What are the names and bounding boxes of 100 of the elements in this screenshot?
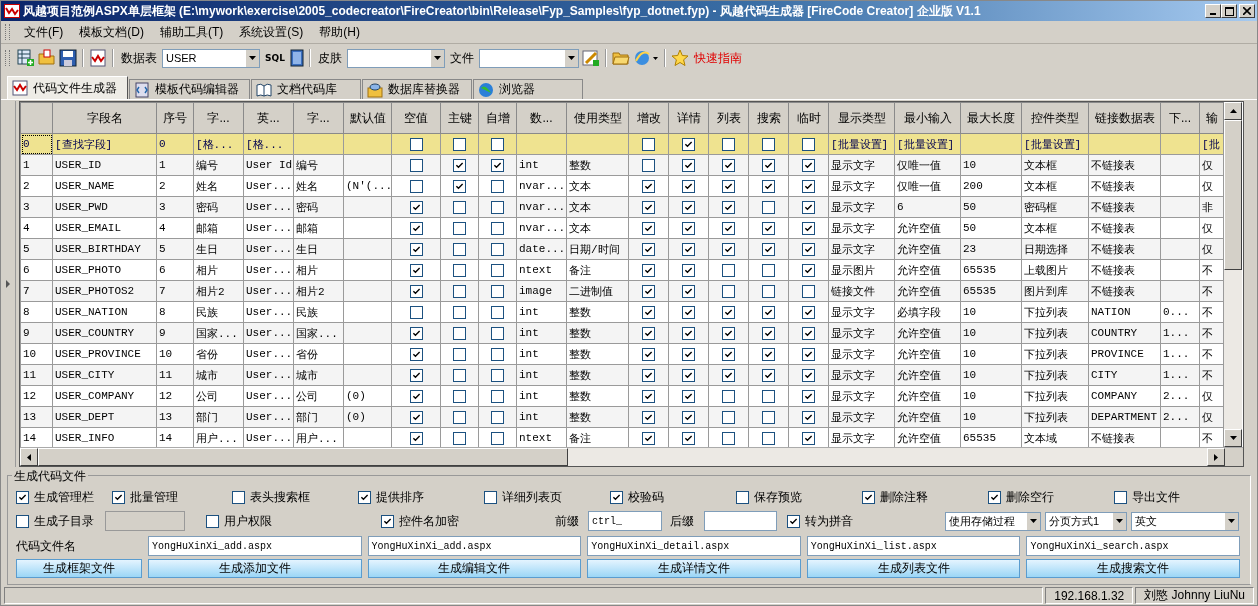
pencil-icon[interactable] [581,49,600,67]
checkbox[interactable] [802,137,815,151]
checkbox[interactable] [453,137,466,151]
checkbox[interactable] [682,347,695,361]
checkbox[interactable] [409,179,423,193]
splitter-arrow-icon[interactable] [6,280,10,288]
checkbox[interactable] [409,200,423,214]
checkbox[interactable] [682,137,695,151]
checkbox[interactable] [409,158,423,172]
checkbox[interactable] [802,221,815,235]
row-number[interactable]: 1 [20,154,53,176]
scroll-up-button[interactable] [1224,102,1242,120]
checkbox[interactable] [409,410,423,424]
checkbox[interactable] [762,221,775,235]
checkbox[interactable] [453,263,466,277]
checkbox[interactable] [232,490,245,504]
checkbox[interactable] [491,305,504,319]
row-number[interactable]: 7 [20,280,53,302]
row-number[interactable]: 13 [20,406,53,428]
input-field[interactable]: YongHuXinXi_search.aspx [1026,536,1240,556]
checkbox[interactable] [802,368,815,382]
input-field[interactable]: YongHuXinXi_add.aspx [148,536,362,556]
checkbox[interactable] [642,221,655,235]
checkbox[interactable] [802,410,815,424]
input-field[interactable]: ctrl_ [588,511,662,531]
checkbox[interactable] [802,389,815,403]
checkbox[interactable] [642,284,655,298]
checkbox[interactable] [802,305,815,319]
checkbox[interactable] [491,179,504,193]
checkbox[interactable] [1114,490,1127,504]
row-number[interactable]: 11 [20,364,53,386]
checkbox[interactable] [787,514,800,528]
checkbox[interactable] [722,305,735,319]
checkbox[interactable] [358,490,371,504]
checkbox[interactable] [491,368,504,382]
row-number[interactable]: 10 [20,343,53,365]
checkbox[interactable] [682,221,695,235]
checkbox[interactable] [762,179,775,193]
generate-button[interactable]: 生成框架文件 [16,559,142,578]
checkbox[interactable] [16,514,29,528]
checkbox[interactable] [453,368,466,382]
column-header[interactable]: 输 [1199,102,1224,134]
checkbox[interactable] [802,179,815,193]
checkbox[interactable] [112,490,125,504]
checkbox[interactable] [988,490,1001,504]
checkbox[interactable] [453,179,466,193]
column-header[interactable]: 英... [243,102,294,134]
checkbox[interactable] [484,490,497,504]
column-header[interactable]: 数... [516,102,567,134]
checkbox[interactable] [642,242,655,256]
menu-item[interactable]: 系统设置(S) [233,21,310,43]
checkbox[interactable] [453,284,466,298]
checkbox[interactable] [409,305,423,319]
generate-button[interactable]: 生成列表文件 [806,559,1021,578]
generate-button[interactable]: 生成搜索文件 [1026,559,1240,578]
checkbox[interactable] [682,305,695,319]
checkbox[interactable] [453,305,466,319]
checkbox[interactable] [16,490,29,504]
table-dropdown[interactable]: USER [162,48,260,68]
column-header[interactable]: 序号 [156,102,194,134]
tab[interactable]: 文档代码库 [251,79,361,99]
row-number[interactable]: 4 [20,217,53,239]
checkbox[interactable] [762,368,775,382]
checkbox[interactable] [642,347,655,361]
checkbox[interactable] [682,200,695,214]
checkbox[interactable] [802,347,815,361]
checkbox[interactable] [722,158,735,172]
checkbox[interactable] [802,242,815,256]
checkbox[interactable] [610,490,623,504]
row-number[interactable]: 9 [20,322,53,344]
checkbox[interactable] [453,221,466,235]
checkbox[interactable] [682,242,695,256]
checkbox[interactable] [642,389,655,403]
dropdown[interactable]: 英文 [1131,511,1239,531]
row-number[interactable]: 6 [20,259,53,281]
tab[interactable]: 模板代码编辑器 [129,79,250,99]
scroll-left-button[interactable] [20,448,38,466]
checkbox[interactable] [409,221,423,235]
checkbox[interactable] [642,263,655,277]
checkbox[interactable] [642,305,655,319]
maximize-button[interactable] [1221,4,1237,18]
checkbox[interactable] [762,389,775,403]
checkbox[interactable] [409,284,423,298]
row-number[interactable]: 3 [20,196,53,218]
checkbox[interactable] [722,263,735,277]
checkbox[interactable] [453,389,466,403]
checkbox[interactable] [722,326,735,340]
menu-item[interactable]: 文件(F) [18,21,70,43]
column-header[interactable]: 字段名 [52,102,157,134]
input-field[interactable]: YongHuXinXi_add.aspx [367,536,582,556]
row-number[interactable]: 0 [20,133,53,155]
checkbox[interactable] [409,347,423,361]
minimize-button[interactable] [1205,4,1221,18]
checkbox[interactable] [722,242,735,256]
tab[interactable]: 代码文件生成器 [7,76,128,99]
checkbox[interactable] [642,326,655,340]
row-number[interactable]: 8 [20,301,53,323]
checkbox[interactable] [381,514,394,528]
checkbox[interactable] [206,514,219,528]
column-header[interactable]: 默认值 [343,102,392,134]
